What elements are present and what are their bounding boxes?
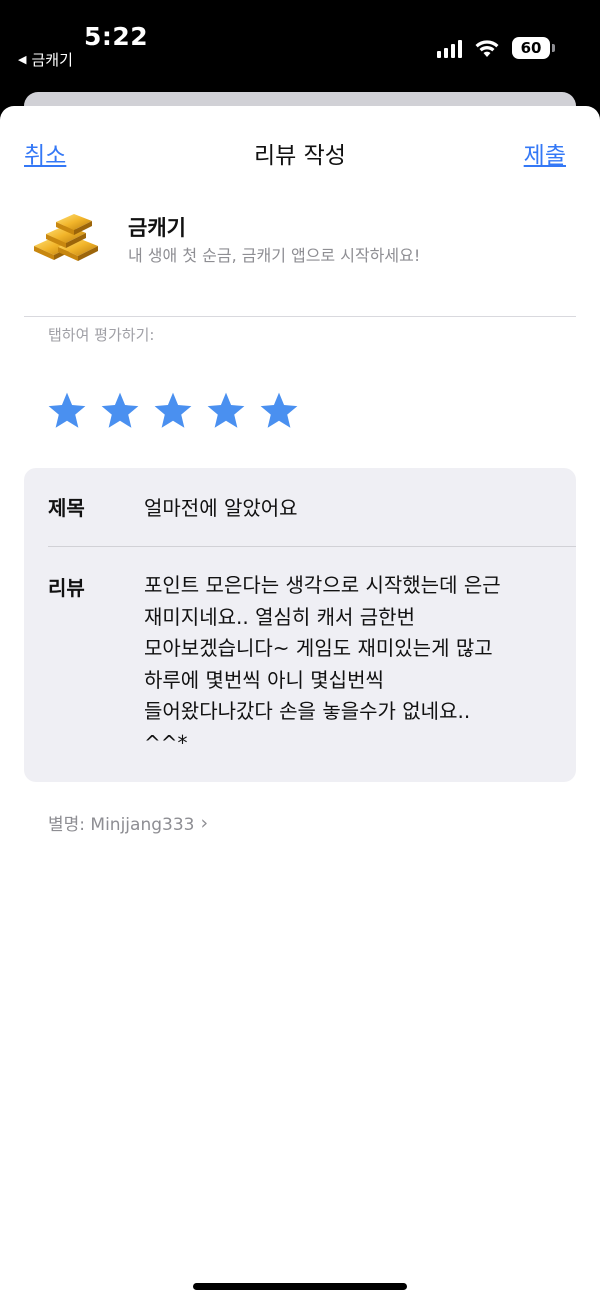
review-line: 재미지네요.. 열심히 캐서 금한번	[144, 604, 415, 629]
app-subtitle: 내 생애 첫 순금, 금캐기 앱으로 시작하세요!	[128, 246, 421, 265]
review-sheet: 취소 리뷰 작성 제출 금캐기 내 생애 첫 순금, 금캐기 앱으로 시작하세요…	[0, 106, 600, 1304]
nickname-label: 별명: Minjjang333	[48, 815, 195, 835]
battery-icon: 60	[512, 37, 555, 59]
app-name: 금캐기	[128, 216, 186, 240]
review-label: 리뷰	[48, 576, 85, 600]
wifi-icon	[475, 40, 499, 57]
form-divider	[48, 546, 576, 547]
back-to-app-link[interactable]: ◀ 금캐기	[18, 49, 73, 70]
star-icon-5[interactable]	[258, 390, 300, 432]
back-app-label: 금캐기	[31, 51, 73, 69]
review-line: 포인트 모은다는 생각으로 시작했는데 은근	[144, 573, 501, 597]
status-time: 5:22	[84, 22, 149, 51]
review-line: ^^*	[144, 730, 188, 755]
nickname-row[interactable]: 별명: Minjjang333 ›	[48, 810, 209, 836]
status-icons: 60	[437, 37, 555, 59]
home-indicator[interactable]	[193, 1283, 407, 1290]
page-title: 리뷰 작성	[254, 143, 346, 169]
review-line: 모아보겠습니다~ 게임도 재미있는게 많고	[144, 636, 493, 660]
rating-prompt: 탭하여 평가하기:	[48, 326, 155, 344]
signal-icon	[437, 38, 462, 58]
navigation-bar: 취소 리뷰 작성 제출	[0, 106, 600, 196]
star-icon-3[interactable]	[152, 390, 194, 432]
status-bar: 5:22 ◀ 금캐기 60	[0, 0, 600, 100]
review-textarea[interactable]: 포인트 모은다는 생각으로 시작했는데 은근 재미지네요.. 열심히 캐서 금한…	[144, 570, 554, 759]
chevron-right-icon: ›	[200, 811, 209, 834]
review-line: 하루에 몇번씩 아니 몇십번씩	[144, 667, 384, 692]
divider	[24, 316, 576, 317]
review-form: 제목 얼마전에 알았어요 리뷰 포인트 모은다는 생각으로 시작했는데 은근 재…	[24, 468, 576, 782]
title-label: 제목	[48, 496, 85, 520]
back-triangle-icon: ◀	[18, 53, 27, 66]
title-input[interactable]: 얼마전에 알았어요	[144, 492, 298, 521]
star-icon-2[interactable]	[99, 390, 141, 432]
review-line: 들어왔다나갔다 손을 놓을수가 없네요..	[144, 699, 471, 723]
star-rating[interactable]	[46, 390, 300, 432]
star-icon-4[interactable]	[205, 390, 247, 432]
star-icon-1[interactable]	[46, 390, 88, 432]
battery-level: 60	[520, 39, 542, 57]
gold-bars-icon	[34, 214, 98, 261]
submit-button[interactable]: 제출	[524, 136, 566, 170]
